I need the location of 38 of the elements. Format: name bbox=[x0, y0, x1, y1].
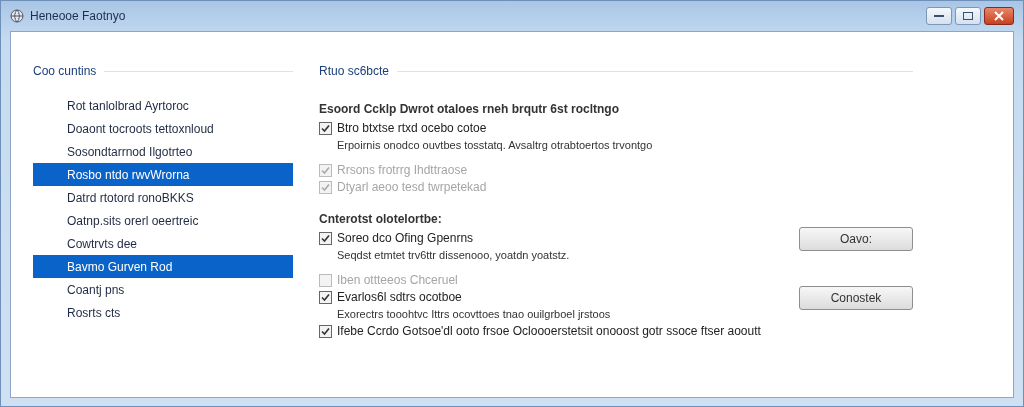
close-icon bbox=[994, 11, 1004, 21]
list-item[interactable]: Oatnp.sits orerl oeertreic bbox=[33, 209, 293, 232]
list-item[interactable]: Datrd rtotord ronoBKKS bbox=[33, 186, 293, 209]
checkbox-label: Evarlos6l sdtrs ocotboe bbox=[337, 289, 463, 306]
checkbox-label: Dtyarl aeoo tesd twrpetekad bbox=[337, 179, 488, 196]
list-item[interactable]: Doaont tocroots tettoxnloud bbox=[33, 117, 293, 140]
checkbox-label: Rrsons frotrrg Ihdttraose bbox=[337, 162, 469, 179]
close-button[interactable] bbox=[984, 7, 1014, 25]
checkbox-label: Btro btxtse rtxd ocebo cotoe bbox=[337, 120, 488, 137]
list-item[interactable]: Rot tanlolbrad Ayrtoroc bbox=[33, 94, 293, 117]
section-heading: Cnterotst olotelortbe: bbox=[319, 212, 443, 226]
option-description: Exorectrs tooohtvc Ittrs ocovttoes tnao ouilgrboel jrstoos bbox=[337, 307, 612, 322]
list-item[interactable]: Coantj pns bbox=[33, 278, 293, 301]
minimize-icon bbox=[934, 14, 944, 18]
checkbox[interactable] bbox=[319, 232, 332, 245]
option-button[interactable]: Oavo: bbox=[799, 227, 913, 251]
checkbox-label: Iben ottteeos Chceruel bbox=[337, 272, 459, 289]
list-item[interactable]: Cowtrvts dee bbox=[33, 232, 293, 255]
group-title: Rtuo sc6bcte bbox=[319, 64, 390, 78]
list-item[interactable]: Rosbo ntdo rwvWrorna bbox=[33, 163, 293, 186]
checkbox-label: Ifebe Ccrdo Gotsoe'dl ooto frsoe Ocloooerstetsit onooost gotr ssoce ftser aooutt bbox=[337, 323, 762, 340]
list-item[interactable]: Rosrts cts bbox=[33, 301, 293, 324]
checkbox[interactable] bbox=[319, 122, 332, 135]
maximize-icon bbox=[963, 12, 973, 20]
window-title: Heneooe Faotnyo bbox=[30, 9, 126, 23]
option-description: Seqdst etmtet trv6ttr dissenooo, yoatdn yoatstz. bbox=[337, 248, 571, 263]
checkbox[interactable] bbox=[319, 325, 332, 338]
checkbox-label: Soreo dco Ofing Gpenrns bbox=[337, 230, 475, 247]
maximize-button[interactable] bbox=[955, 7, 981, 25]
option-description: Erpoirnis onodco ouvtbes tosstatq. Avsaltrg otrabtoertos trvontgo bbox=[337, 138, 654, 153]
checkbox[interactable] bbox=[319, 291, 332, 304]
group-title: Coo cuntins bbox=[33, 64, 97, 78]
section-heading: Esoord Ccklp Dwrot otaloes rneh brqutr 6st rocltngo bbox=[319, 102, 621, 116]
list-item[interactable]: Sosondtarrnod Ilgotrteo bbox=[33, 140, 293, 163]
list-item[interactable]: Bavmo Gurven Rod bbox=[33, 255, 293, 278]
option-button[interactable]: Conostek bbox=[799, 286, 913, 310]
minimize-button[interactable] bbox=[926, 7, 952, 25]
globe-icon bbox=[10, 9, 24, 23]
